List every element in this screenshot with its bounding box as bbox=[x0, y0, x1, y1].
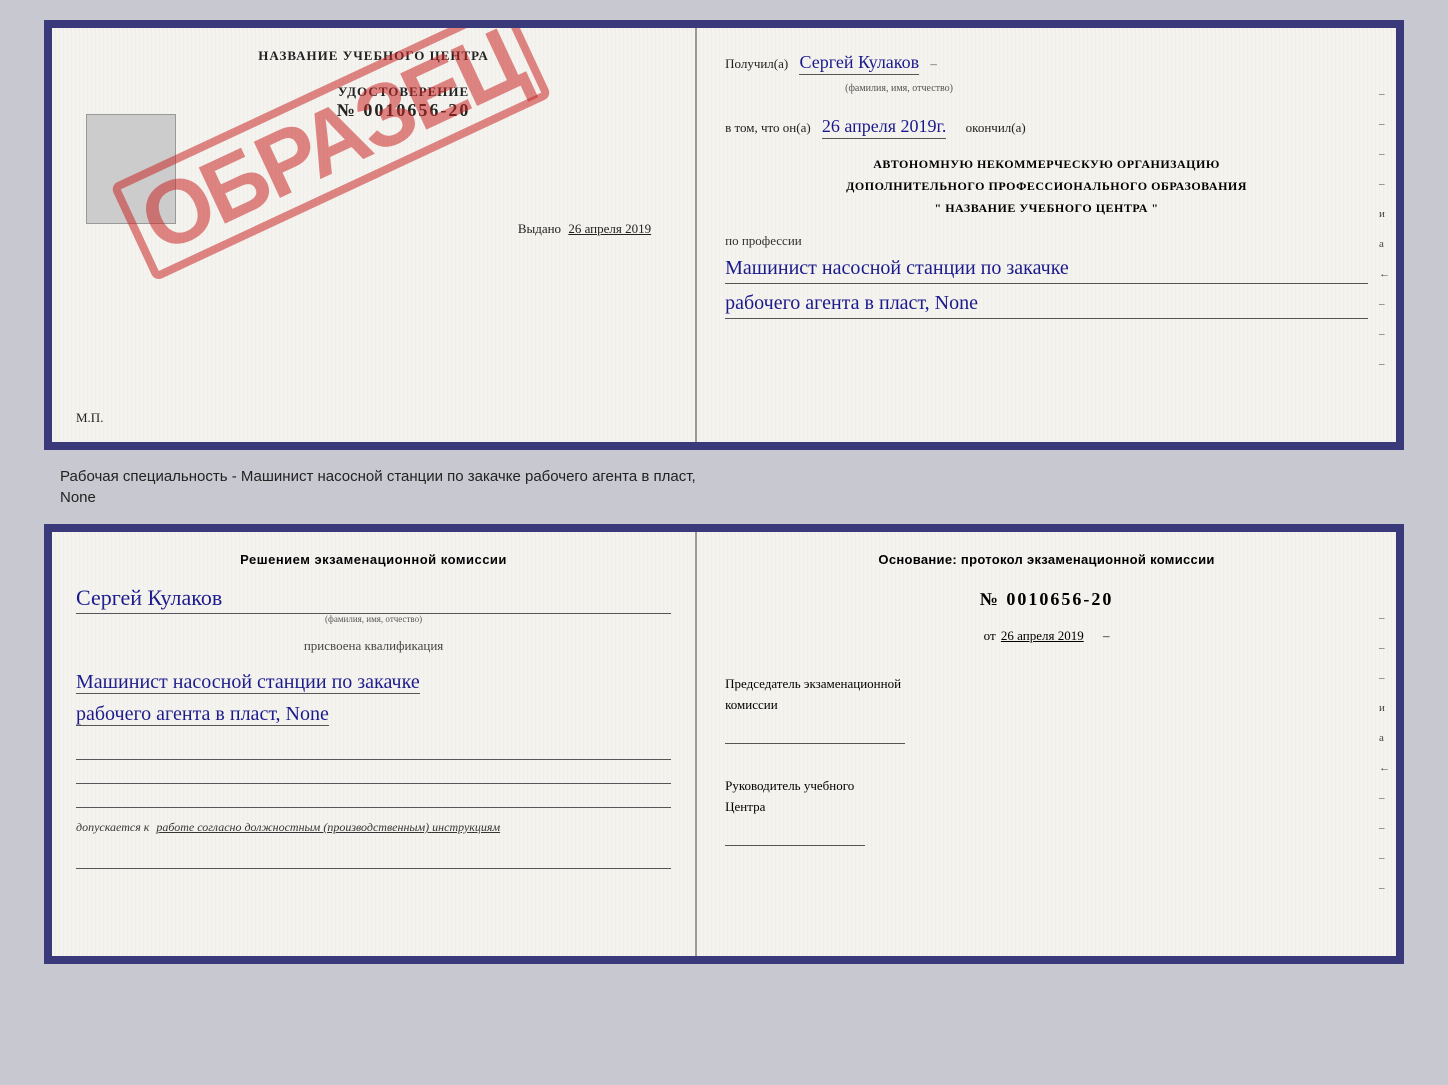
top-left-panel: НАЗВАНИЕ УЧЕБНОГО ЦЕНТРА УДОСТОВЕРЕНИЕ №… bbox=[52, 28, 697, 442]
director-line2: Центра bbox=[725, 797, 1368, 818]
in-that-label: в том, что он(а) bbox=[725, 120, 811, 135]
cert-number-block: УДОСТОВЕРЕНИЕ № 0010656-20 bbox=[337, 84, 471, 121]
profession-line1: Машинист насосной станции по закачке bbox=[725, 253, 1368, 284]
допуск-label: допускается к bbox=[76, 820, 149, 834]
issued-date: 26 апреля 2019 bbox=[568, 221, 651, 236]
photo-placeholder bbox=[86, 114, 176, 224]
org-line2: ДОПОЛНИТЕЛЬНОГО ПРОФЕССИОНАЛЬНОГО ОБРАЗО… bbox=[725, 176, 1368, 198]
person-name-block: Сергей Кулаков (фамилия, имя, отчество) bbox=[76, 579, 671, 624]
assigned-text: присвоена квалификация bbox=[76, 638, 671, 654]
completed-row: в том, что он(а) 26 апреля 2019г. окончи… bbox=[725, 112, 1368, 141]
qualification-block: Машинист насосной станции по закачке раб… bbox=[76, 666, 671, 730]
small-line-3 bbox=[76, 790, 671, 808]
cert-label: УДОСТОВЕРЕНИЕ bbox=[337, 84, 471, 100]
side-marks-bottom: – – – и а ← – – – – bbox=[1379, 612, 1390, 894]
bottom-left-panel: Решением экзаменационной комиссии Сергей… bbox=[52, 532, 697, 956]
profession-line2: рабочего агента в пласт, None bbox=[725, 288, 1368, 319]
profession-block: по профессии Машинист насосной станции п… bbox=[725, 233, 1368, 319]
chairman-sig-line bbox=[725, 722, 905, 744]
cert-title: НАЗВАНИЕ УЧЕБНОГО ЦЕНТРА bbox=[258, 48, 489, 64]
person-name: Сергей Кулаков bbox=[76, 585, 671, 614]
bottom-right-panel: Основание: протокол экзаменационной коми… bbox=[697, 532, 1396, 956]
date-line: от 26 апреля 2019 – bbox=[725, 628, 1368, 644]
name-hint-top: (фамилия, имя, отчество) bbox=[845, 83, 953, 94]
cert-body: УДОСТОВЕРЕНИЕ № 0010656-20 Выдано 26 апр… bbox=[76, 74, 671, 237]
caption-line1: Рабочая специальность - Машинист насосно… bbox=[60, 466, 696, 487]
issued-label: Выдано bbox=[518, 221, 561, 236]
director-line1: Руководитель учебного bbox=[725, 776, 1368, 797]
received-name: Сергей Кулаков bbox=[799, 52, 919, 75]
org-line1: АВТОНОМНУЮ НЕКОММЕРЧЕСКУЮ ОРГАНИЗАЦИЮ bbox=[725, 154, 1368, 176]
bottom-document: Решением экзаменационной комиссии Сергей… bbox=[44, 524, 1404, 964]
date-prefix: от bbox=[984, 628, 996, 643]
decision-text: Решением экзаменационной комиссии bbox=[76, 552, 671, 567]
mp-label: М.П. bbox=[76, 410, 103, 426]
caption-line2: None bbox=[60, 487, 696, 508]
issued-line: Выдано 26 апреля 2019 bbox=[518, 221, 651, 237]
side-marks-top: – – – – и а ← – – – bbox=[1379, 88, 1390, 370]
caption-block: Рабочая специальность - Машинист насосно… bbox=[20, 466, 696, 508]
basis-text: Основание: протокол экзаменационной коми… bbox=[725, 552, 1368, 567]
name-hint-bottom: (фамилия, имя, отчество) bbox=[76, 614, 671, 624]
top-right-panel: Получил(а) Сергей Кулаков – (фамилия, им… bbox=[697, 28, 1396, 442]
qual-line2: рабочего агента в пласт, None bbox=[76, 703, 329, 726]
top-document: НАЗВАНИЕ УЧЕБНОГО ЦЕНТРА УДОСТОВЕРЕНИЕ №… bbox=[44, 20, 1404, 450]
director-block: Руководитель учебного Центра bbox=[725, 776, 1368, 852]
small-line-1 bbox=[76, 742, 671, 760]
qual-line1: Машинист насосной станции по закачке bbox=[76, 671, 420, 694]
org-line3: " НАЗВАНИЕ УЧЕБНОГО ЦЕНТРА " bbox=[725, 198, 1368, 220]
cert-number: № 0010656-20 bbox=[337, 100, 471, 121]
protocol-number: № 0010656-20 bbox=[725, 589, 1368, 610]
допуск-block: допускается к работе согласно должностны… bbox=[76, 820, 671, 835]
completed-label: окончил(а) bbox=[966, 120, 1026, 135]
small-line-2 bbox=[76, 766, 671, 784]
chairman-line2: комиссии bbox=[725, 695, 1368, 716]
bottom-small-line bbox=[76, 851, 671, 869]
date-value: 26 апреля 2019 bbox=[1001, 628, 1084, 643]
допуск-value: работе согласно должностным (производств… bbox=[156, 820, 500, 834]
org-block: АВТОНОМНУЮ НЕКОММЕРЧЕСКУЮ ОРГАНИЗАЦИЮ ДО… bbox=[725, 154, 1368, 219]
profession-label: по профессии bbox=[725, 233, 1368, 249]
completed-date: 26 апреля 2019г. bbox=[822, 116, 947, 139]
chairman-block: Председатель экзаменационной комиссии bbox=[725, 674, 1368, 750]
received-label: Получил(а) bbox=[725, 56, 788, 71]
director-sig-line bbox=[725, 824, 865, 846]
received-row: Получил(а) Сергей Кулаков – (фамилия, им… bbox=[725, 48, 1368, 98]
chairman-line1: Председатель экзаменационной bbox=[725, 674, 1368, 695]
small-lines bbox=[76, 742, 671, 808]
